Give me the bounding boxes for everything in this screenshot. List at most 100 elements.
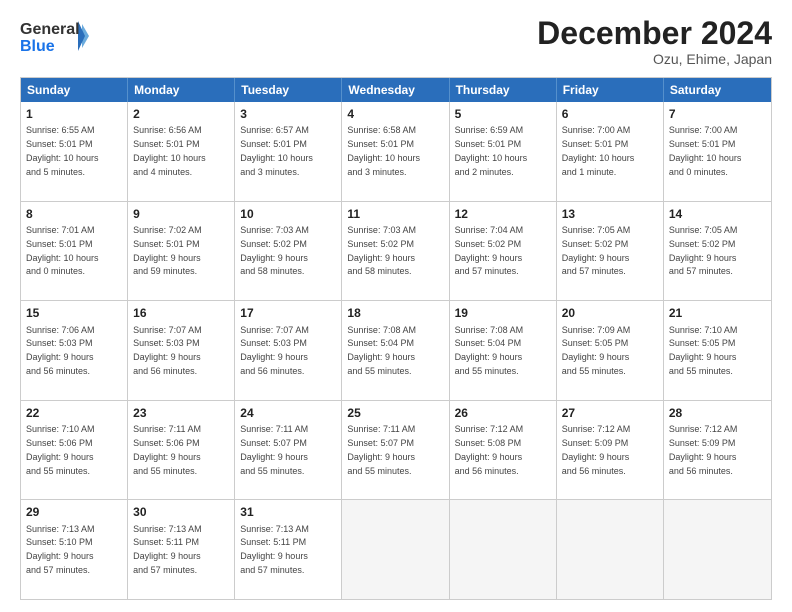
- calendar-cell-31: 31 Sunrise: 7:13 AM Sunset: 5:11 PM Dayli…: [235, 500, 342, 599]
- day-number: 24: [240, 405, 336, 421]
- cell-info: Sunrise: 7:05 AM Sunset: 5:02 PM Dayligh…: [669, 225, 738, 276]
- cell-info: Sunrise: 7:12 AM Sunset: 5:09 PM Dayligh…: [669, 424, 738, 475]
- header: GeneralBlue December 2024 Ozu, Ehime, Ja…: [20, 16, 772, 67]
- cell-info: Sunrise: 7:11 AM Sunset: 5:07 PM Dayligh…: [347, 424, 415, 475]
- calendar-cell-30: 30 Sunrise: 7:13 AM Sunset: 5:11 PM Dayli…: [128, 500, 235, 599]
- calendar-cell-empty-4-6: [664, 500, 771, 599]
- day-number: 3: [240, 106, 336, 122]
- calendar-cell-2: 2Sunrise: 6:56 AM Sunset: 5:01 PM Daylig…: [128, 102, 235, 201]
- calendar-cell-1: 1 Sunrise: 6:55 AM Sunset: 5:01 PM Daylig…: [21, 102, 128, 201]
- cell-info: Sunrise: 7:05 AM Sunset: 5:02 PM Dayligh…: [562, 225, 631, 276]
- calendar-cell-10: 10 Sunrise: 7:03 AM Sunset: 5:02 PM Dayli…: [235, 202, 342, 301]
- subtitle: Ozu, Ehime, Japan: [537, 51, 772, 67]
- day-number: 10: [240, 206, 336, 222]
- calendar-cell-29: 29Sunrise: 7:13 AM Sunset: 5:10 PM Dayli…: [21, 500, 128, 599]
- calendar-row-3: 22 Sunrise: 7:10 AM Sunset: 5:06 PM Dayli…: [21, 400, 771, 500]
- day-number: 13: [562, 206, 658, 222]
- cell-info: Sunrise: 7:03 AM Sunset: 5:02 PM Dayligh…: [240, 225, 309, 276]
- calendar-header: Sunday Monday Tuesday Wednesday Thursday…: [21, 78, 771, 102]
- page: GeneralBlue December 2024 Ozu, Ehime, Ja…: [0, 0, 792, 612]
- day-number: 19: [455, 305, 551, 321]
- calendar-cell-12: 12 Sunrise: 7:04 AM Sunset: 5:02 PM Dayli…: [450, 202, 557, 301]
- day-number: 26: [455, 405, 551, 421]
- calendar-row-4: 29Sunrise: 7:13 AM Sunset: 5:10 PM Dayli…: [21, 499, 771, 599]
- header-sunday: Sunday: [21, 78, 128, 102]
- calendar-cell-25: 25 Sunrise: 7:11 AM Sunset: 5:07 PM Dayli…: [342, 401, 449, 500]
- cell-info: Sunrise: 7:12 AM Sunset: 5:09 PM Dayligh…: [562, 424, 631, 475]
- cell-info: Sunrise: 6:56 AM Sunset: 5:01 PM Dayligh…: [133, 125, 206, 176]
- day-number: 1: [26, 106, 122, 122]
- day-number: 29: [26, 504, 122, 520]
- day-number: 5: [455, 106, 551, 122]
- calendar-cell-5: 5 Sunrise: 6:59 AM Sunset: 5:01 PM Daylig…: [450, 102, 557, 201]
- day-number: 27: [562, 405, 658, 421]
- day-number: 23: [133, 405, 229, 421]
- day-number: 31: [240, 504, 336, 520]
- calendar-cell-8: 8Sunrise: 7:01 AM Sunset: 5:01 PM Daylig…: [21, 202, 128, 301]
- day-number: 28: [669, 405, 766, 421]
- logo-icon: GeneralBlue: [20, 16, 90, 56]
- day-number: 22: [26, 405, 122, 421]
- calendar-cell-9: 9 Sunrise: 7:02 AM Sunset: 5:01 PM Daylig…: [128, 202, 235, 301]
- day-number: 8: [26, 206, 122, 222]
- header-thursday: Thursday: [450, 78, 557, 102]
- day-number: 6: [562, 106, 658, 122]
- day-number: 12: [455, 206, 551, 222]
- calendar-cell-empty-4-4: [450, 500, 557, 599]
- day-number: 4: [347, 106, 443, 122]
- cell-info: Sunrise: 7:13 AM Sunset: 5:11 PM Dayligh…: [240, 524, 309, 575]
- calendar-cell-18: 18 Sunrise: 7:08 AM Sunset: 5:04 PM Dayli…: [342, 301, 449, 400]
- cell-info: Sunrise: 7:11 AM Sunset: 5:07 PM Dayligh…: [240, 424, 308, 475]
- day-number: 21: [669, 305, 766, 321]
- cell-info: Sunrise: 7:07 AM Sunset: 5:03 PM Dayligh…: [133, 325, 202, 376]
- calendar-cell-empty-4-3: [342, 500, 449, 599]
- day-number: 9: [133, 206, 229, 222]
- day-number: 30: [133, 504, 229, 520]
- cell-info: Sunrise: 7:10 AM Sunset: 5:05 PM Dayligh…: [669, 325, 738, 376]
- calendar-cell-7: 7Sunrise: 7:00 AM Sunset: 5:01 PM Daylig…: [664, 102, 771, 201]
- main-title: December 2024: [537, 16, 772, 51]
- cell-info: Sunrise: 7:07 AM Sunset: 5:03 PM Dayligh…: [240, 325, 309, 376]
- svg-text:Blue: Blue: [20, 38, 55, 55]
- svg-text:General: General: [20, 21, 80, 38]
- day-number: 18: [347, 305, 443, 321]
- cell-info: Sunrise: 7:13 AM Sunset: 5:11 PM Dayligh…: [133, 524, 202, 575]
- calendar-body: 1 Sunrise: 6:55 AM Sunset: 5:01 PM Daylig…: [21, 102, 771, 599]
- calendar-cell-24: 24 Sunrise: 7:11 AM Sunset: 5:07 PM Dayli…: [235, 401, 342, 500]
- calendar-cell-22: 22 Sunrise: 7:10 AM Sunset: 5:06 PM Dayli…: [21, 401, 128, 500]
- day-number: 14: [669, 206, 766, 222]
- calendar-cell-20: 20Sunrise: 7:09 AM Sunset: 5:05 PM Dayli…: [557, 301, 664, 400]
- day-number: 11: [347, 206, 443, 222]
- cell-info: Sunrise: 6:59 AM Sunset: 5:01 PM Dayligh…: [455, 125, 528, 176]
- calendar-cell-15: 15Sunrise: 7:06 AM Sunset: 5:03 PM Dayli…: [21, 301, 128, 400]
- title-block: December 2024 Ozu, Ehime, Japan: [537, 16, 772, 67]
- calendar-cell-23: 23Sunrise: 7:11 AM Sunset: 5:06 PM Dayli…: [128, 401, 235, 500]
- cell-info: Sunrise: 7:02 AM Sunset: 5:01 PM Dayligh…: [133, 225, 202, 276]
- calendar-cell-4: 4 Sunrise: 6:58 AM Sunset: 5:01 PM Daylig…: [342, 102, 449, 201]
- calendar-cell-6: 6 Sunrise: 7:00 AM Sunset: 5:01 PM Daylig…: [557, 102, 664, 201]
- calendar-row-0: 1 Sunrise: 6:55 AM Sunset: 5:01 PM Daylig…: [21, 102, 771, 201]
- cell-info: Sunrise: 7:08 AM Sunset: 5:04 PM Dayligh…: [347, 325, 416, 376]
- day-number: 15: [26, 305, 122, 321]
- calendar-cell-17: 17 Sunrise: 7:07 AM Sunset: 5:03 PM Dayli…: [235, 301, 342, 400]
- header-monday: Monday: [128, 78, 235, 102]
- calendar-cell-19: 19Sunrise: 7:08 AM Sunset: 5:04 PM Dayli…: [450, 301, 557, 400]
- calendar: Sunday Monday Tuesday Wednesday Thursday…: [20, 77, 772, 600]
- calendar-cell-27: 27 Sunrise: 7:12 AM Sunset: 5:09 PM Dayli…: [557, 401, 664, 500]
- header-wednesday: Wednesday: [342, 78, 449, 102]
- cell-info: Sunrise: 6:58 AM Sunset: 5:01 PM Dayligh…: [347, 125, 420, 176]
- cell-info: Sunrise: 7:00 AM Sunset: 5:01 PM Dayligh…: [562, 125, 635, 176]
- day-number: 7: [669, 106, 766, 122]
- calendar-cell-3: 3 Sunrise: 6:57 AM Sunset: 5:01 PM Daylig…: [235, 102, 342, 201]
- cell-info: Sunrise: 7:10 AM Sunset: 5:06 PM Dayligh…: [26, 424, 95, 475]
- day-number: 25: [347, 405, 443, 421]
- cell-info: Sunrise: 6:57 AM Sunset: 5:01 PM Dayligh…: [240, 125, 313, 176]
- calendar-cell-13: 13 Sunrise: 7:05 AM Sunset: 5:02 PM Dayli…: [557, 202, 664, 301]
- calendar-cell-26: 26Sunrise: 7:12 AM Sunset: 5:08 PM Dayli…: [450, 401, 557, 500]
- day-number: 17: [240, 305, 336, 321]
- cell-info: Sunrise: 6:55 AM Sunset: 5:01 PM Dayligh…: [26, 125, 99, 176]
- cell-info: Sunrise: 7:03 AM Sunset: 5:02 PM Dayligh…: [347, 225, 416, 276]
- calendar-row-2: 15Sunrise: 7:06 AM Sunset: 5:03 PM Dayli…: [21, 300, 771, 400]
- header-saturday: Saturday: [664, 78, 771, 102]
- cell-info: Sunrise: 7:04 AM Sunset: 5:02 PM Dayligh…: [455, 225, 524, 276]
